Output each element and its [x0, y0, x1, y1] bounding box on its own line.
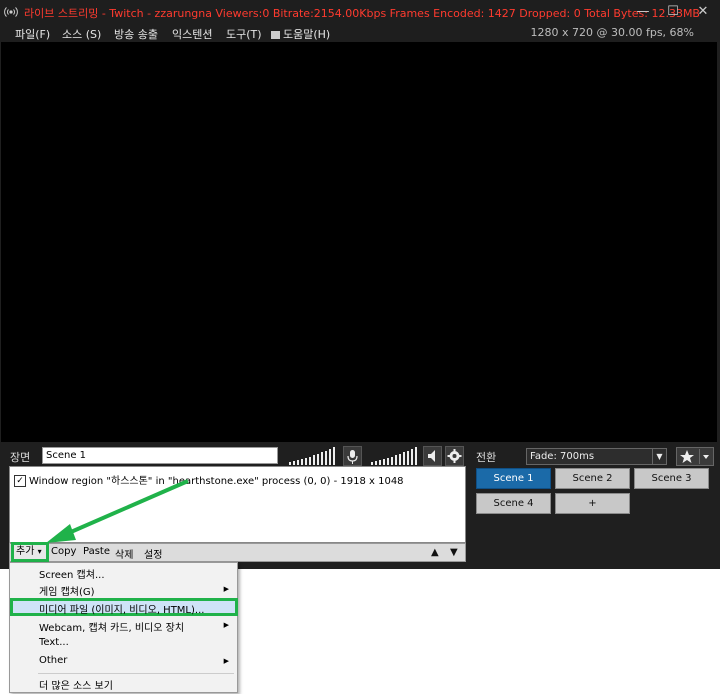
- menu-text[interactable]: Text...: [39, 637, 69, 648]
- menu-media-file[interactable]: 미디어 파일 (이미지, 비디오, HTML)...: [39, 601, 204, 616]
- menu-extensions[interactable]: 익스텐션: [172, 26, 212, 42]
- scene-button-2[interactable]: Scene 2: [555, 468, 630, 489]
- submenu-arrow-icon: ▶: [223, 657, 229, 665]
- menu-bar: 파일(F) 소스 (S) 방송 송출 익스텐션 도구(T) 도움말(H) 128…: [0, 24, 720, 42]
- add-source-label: 추가: [16, 546, 35, 557]
- sources-list[interactable]: ✓ Window region "하스스톤" in "hearthstone.ex…: [9, 466, 466, 543]
- source-checkbox[interactable]: ✓: [14, 475, 26, 487]
- menu-tools[interactable]: 도구(T): [226, 26, 262, 42]
- menu-separator: [38, 673, 234, 674]
- gear-icon: [447, 449, 462, 463]
- app-window: 라이브 스트리밍 - Twitch - zzarungna Viewers:0 …: [0, 0, 720, 569]
- microphone-icon: [347, 450, 358, 464]
- delete-button[interactable]: 삭제: [115, 546, 133, 561]
- add-source-button[interactable]: 추가 ▾: [11, 542, 49, 562]
- speaker-button[interactable]: [423, 446, 442, 466]
- transition-label: 전환: [476, 451, 497, 464]
- add-scene-button[interactable]: +: [555, 493, 630, 514]
- scene-name-field[interactable]: Scene 1: [42, 447, 278, 464]
- desktop-volume-meter[interactable]: [287, 446, 339, 465]
- paste-button[interactable]: Paste: [83, 546, 110, 557]
- help-icon: [271, 31, 280, 39]
- source-settings-button[interactable]: 설정: [144, 546, 162, 561]
- window-title: 라이브 스트리밍 - Twitch - zzarungna Viewers:0 …: [24, 7, 700, 20]
- mic-volume-meter[interactable]: [369, 446, 421, 465]
- scene-button-1[interactable]: Scene 1: [476, 468, 551, 489]
- move-up-button[interactable]: ▲: [431, 547, 439, 558]
- title-bar: 라이브 스트리밍 - Twitch - zzarungna Viewers:0 …: [0, 0, 720, 24]
- menu-more-sources[interactable]: 더 많은 소스 보기: [39, 677, 113, 692]
- transition-select[interactable]: Fade: 700ms ▼: [526, 448, 667, 465]
- add-source-menu: Screen 캡쳐... 게임 캡쳐(G) ▶ 미디어 파일 (이미지, 비디오…: [9, 562, 238, 693]
- chevron-down-icon: ▾: [37, 547, 42, 556]
- close-button[interactable]: ✕: [692, 2, 714, 22]
- move-down-button[interactable]: ▼: [450, 547, 458, 558]
- menu-other[interactable]: Other: [39, 655, 67, 666]
- sources-toolbar: 추가 ▾ Copy Paste 삭제 설정 ▲ ▼: [9, 542, 466, 562]
- broadcast-icon: [4, 7, 18, 17]
- menu-game-capture[interactable]: 게임 캡쳐(G): [39, 583, 95, 598]
- preview-area[interactable]: [1, 42, 717, 442]
- scene-label: 장면: [10, 451, 31, 464]
- menu-webcam[interactable]: Webcam, 캡쳐 카드, 비디오 장치: [39, 619, 184, 634]
- menu-broadcast[interactable]: 방송 송출: [114, 26, 158, 42]
- chevron-down-icon: ▼: [652, 449, 666, 464]
- add-transition-button[interactable]: [676, 447, 714, 466]
- transition-value: Fade: 700ms: [530, 451, 595, 462]
- submenu-arrow-icon: ▶: [223, 621, 229, 629]
- microphone-button[interactable]: [343, 446, 362, 466]
- menu-help-label: 도움말(H): [283, 28, 331, 41]
- scene-button-4[interactable]: Scene 4: [476, 493, 551, 514]
- scene-button-3[interactable]: Scene 3: [634, 468, 709, 489]
- menu-screen-capture[interactable]: Screen 캡쳐...: [39, 566, 105, 581]
- menu-file[interactable]: 파일(F): [15, 26, 50, 42]
- star-add-icon: [680, 449, 709, 464]
- maximize-button[interactable]: ☐: [662, 2, 684, 22]
- source-item-label: Window region "하스스톤" in "hearthstone.exe…: [29, 476, 404, 487]
- submenu-arrow-icon: ▶: [223, 585, 229, 593]
- settings-button[interactable]: [445, 446, 464, 466]
- copy-button[interactable]: Copy: [51, 546, 76, 557]
- menu-help[interactable]: 도움말(H): [271, 26, 330, 42]
- resolution-info: 1280 x 720 @ 30.00 fps, 68%: [530, 26, 694, 39]
- speaker-icon: [428, 450, 435, 462]
- menu-sources[interactable]: 소스 (S): [62, 26, 101, 42]
- minimize-button[interactable]: —: [632, 2, 654, 22]
- source-item[interactable]: ✓ Window region "하스스톤" in "hearthstone.ex…: [14, 472, 404, 487]
